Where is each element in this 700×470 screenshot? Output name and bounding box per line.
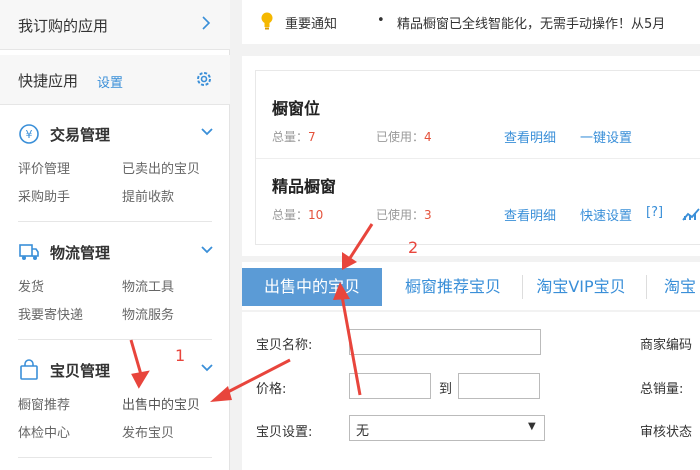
item-settings-value: 无 — [356, 424, 370, 439]
premium-total: 总量：10 — [272, 206, 323, 223]
app-root: 我订购的应用 快捷应用 设置 ¥ 交易管理 评价管理 已卖出的宝贝 采购助手 提… — [0, 0, 700, 470]
item-name-label: 宝贝名称: — [256, 338, 313, 353]
chevron-right-icon[interactable] — [200, 13, 212, 33]
sidebar: 我订购的应用 快捷应用 设置 ¥ 交易管理 评价管理 已卖出的宝贝 采购助手 提… — [0, 0, 230, 470]
quick-setup-link[interactable]: 快速设置 — [580, 205, 632, 224]
sidebar-item-ship[interactable]: 发货 — [18, 276, 44, 295]
sidebar-item-logistics-tools[interactable]: 物流工具 — [122, 276, 174, 295]
stat-label: 总量： — [272, 208, 309, 222]
one-click-setup-link[interactable]: 一键设置 — [580, 127, 632, 146]
chevron-down-icon[interactable] — [200, 363, 214, 373]
tab-window-recommended[interactable]: 橱窗推荐宝贝 — [388, 268, 518, 306]
notice-text[interactable]: 精品橱窗已全线智能化，无需手动操作！从5月 — [397, 13, 665, 32]
item-settings-select[interactable] — [349, 415, 545, 441]
stat-value: 4 — [424, 130, 432, 144]
group-title: 宝贝管理 — [50, 362, 111, 380]
my-apps-title: 我订购的应用 — [18, 17, 109, 35]
group-title: 物流管理 — [50, 244, 111, 262]
truck-icon — [19, 244, 39, 260]
divider — [18, 221, 212, 222]
sidebar-item-reviews[interactable]: 评价管理 — [18, 158, 70, 177]
annotation-number-2: 2 — [408, 238, 419, 257]
divider — [256, 158, 700, 159]
stat-value: 7 — [308, 130, 316, 144]
notice-title: 重要通知 — [285, 17, 338, 32]
sidebar-item-window-recommend[interactable]: 橱窗推荐 — [18, 394, 70, 413]
view-details-link[interactable]: 查看明细 — [504, 205, 556, 224]
chevron-down-icon[interactable] — [200, 127, 214, 137]
tab-items-on-sale[interactable]: 出售中的宝贝 — [242, 268, 382, 306]
quick-apps-title: 快捷应用 — [18, 72, 79, 90]
yen-circle-icon: ¥ — [19, 124, 39, 144]
settings-link[interactable]: 设置 — [97, 72, 123, 91]
price-to-label: 到 — [439, 382, 453, 397]
tab-vip-items[interactable]: 淘宝VIP宝贝 — [526, 268, 636, 306]
window-total: 总量：7 — [272, 128, 316, 145]
gear-icon[interactable] — [194, 69, 214, 89]
stat-value: 3 — [424, 208, 432, 222]
sidebar-item-sold-items[interactable]: 已卖出的宝贝 — [122, 158, 200, 177]
sidebar-item-purchase-assistant[interactable]: 采购助手 — [18, 186, 70, 205]
merchant-code-label: 商家编码 — [640, 338, 693, 353]
item-name-input[interactable] — [349, 329, 541, 355]
price-label: 价格: — [256, 382, 287, 397]
audit-status-label: 审核状态 — [640, 425, 693, 440]
sidebar-item-logistics-services[interactable]: 物流服务 — [122, 304, 174, 323]
quick-apps-row: 快捷应用 设置 — [0, 55, 230, 105]
lightbulb-icon — [261, 12, 273, 30]
tab-separator — [646, 275, 647, 299]
group-title: 交易管理 — [50, 126, 111, 144]
total-sales-label: 总销量: — [640, 382, 684, 397]
tab-separator — [522, 275, 523, 299]
trend-chart-icon[interactable] — [682, 207, 700, 221]
annotation-number-1: 1 — [175, 346, 186, 365]
tab-taobao[interactable]: 淘宝 — [650, 268, 700, 306]
dropdown-arrow-icon: ▼ — [528, 421, 536, 432]
divider — [18, 339, 212, 340]
my-apps-row[interactable]: 我订购的应用 — [0, 0, 230, 50]
sidebar-item-items-on-sale[interactable]: 出售中的宝贝 — [122, 394, 200, 413]
bag-icon — [20, 359, 38, 380]
sidebar-item-send-express[interactable]: 我要寄快递 — [18, 304, 83, 323]
stat-value: 10 — [308, 208, 324, 222]
window-slots-title: 橱窗位 — [272, 99, 321, 118]
stat-label: 已使用： — [376, 130, 425, 144]
chevron-down-icon[interactable] — [200, 245, 214, 255]
view-details-link[interactable]: 查看明细 — [504, 127, 556, 146]
notice-bar: 重要通知 • 精品橱窗已全线智能化，无需手动操作！从5月 — [242, 0, 700, 44]
sidebar-item-early-payment[interactable]: 提前收款 — [122, 186, 174, 205]
premium-window-title: 精品橱窗 — [272, 177, 337, 196]
price-min-input[interactable] — [349, 373, 431, 399]
shop-window-card: 橱窗位 总量：7 已使用：4 查看明细 一键设置 精品橱窗 总量：10 已使用：… — [255, 70, 700, 245]
sidebar-item-publish-item[interactable]: 发布宝贝 — [122, 422, 174, 441]
stat-label: 已使用： — [376, 208, 425, 222]
item-settings-label: 宝贝设置: — [256, 425, 313, 440]
help-link[interactable]: [?] — [646, 205, 663, 220]
notice-bullet: • — [377, 13, 385, 28]
divider — [18, 457, 212, 458]
sidebar-item-health-check[interactable]: 体检中心 — [18, 422, 70, 441]
premium-used: 已使用：3 — [376, 206, 432, 223]
window-used: 已使用：4 — [376, 128, 432, 145]
svg-text:¥: ¥ — [26, 128, 33, 141]
stat-label: 总量： — [272, 130, 309, 144]
price-max-input[interactable] — [458, 373, 540, 399]
